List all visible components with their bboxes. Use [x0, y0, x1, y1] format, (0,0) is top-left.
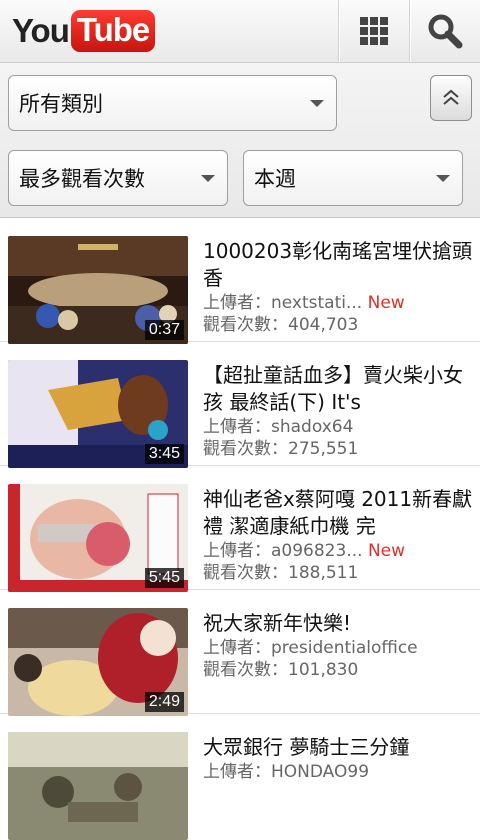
views-line: 觀看次數：404,703 [203, 314, 473, 336]
youtube-logo[interactable]: You Tube [12, 9, 156, 53]
video-duration: 0:37 [144, 320, 184, 340]
video-thumbnail[interactable]: 3:45 [8, 360, 188, 468]
filter-panel: 所有類別 最多觀看次數 本週 [0, 63, 480, 218]
video-list-item[interactable]: 3:45 【超扯童話血多】賣火柴小女孩 最終話(下) It's 上傳者：shad… [0, 342, 480, 468]
views-label: 觀看次數： [203, 563, 288, 583]
search-button[interactable] [410, 0, 480, 62]
chevron-down-icon [310, 100, 324, 107]
views-label: 觀看次數： [203, 660, 288, 680]
video-list-item[interactable]: 大眾銀行 夢騎士三分鐘 上傳者：HONDAO99 [0, 714, 480, 840]
uploader-label: 上傳者： [203, 293, 271, 313]
video-list-item[interactable]: 5:45 神仙老爸x蔡阿嘎 2011新春獻禮 潔適康紙巾機 完 上傳者：a096… [0, 466, 480, 592]
video-list-item[interactable]: 2:49 祝大家新年快樂! 上傳者：presidentialoffice 觀看次… [0, 590, 480, 716]
view-count: 101,830 [288, 660, 359, 680]
video-thumbnail[interactable]: 5:45 [8, 484, 188, 592]
video-title[interactable]: 神仙老爸x蔡阿嘎 2011新春獻禮 潔適康紙巾機 完 [203, 486, 473, 540]
view-count: 275,551 [288, 439, 359, 459]
collapse-filters-button[interactable] [430, 75, 472, 121]
chevron-down-icon [201, 175, 215, 182]
uploader-line: 上傳者：HONDAO99 [203, 761, 473, 783]
uploader-line: 上傳者：nextstati... New [203, 292, 473, 314]
chevron-down-icon [436, 175, 450, 182]
video-list: 0:37 1000203彰化南瑤宮埋伏搶頭香 上傳者：nextstati... … [0, 218, 480, 840]
views-label: 觀看次數： [203, 439, 288, 459]
video-list-item[interactable]: 0:37 1000203彰化南瑤宮埋伏搶頭香 上傳者：nextstati... … [0, 218, 480, 344]
uploader-label: 上傳者： [203, 638, 271, 658]
new-badge: New [367, 293, 405, 313]
video-title[interactable]: 【超扯童話血多】賣火柴小女孩 最終話(下) It's [203, 362, 473, 416]
uploader-label: 上傳者： [203, 417, 271, 437]
views-line: 觀看次數：275,551 [203, 438, 473, 460]
video-title[interactable]: 1000203彰化南瑤宮埋伏搶頭香 [203, 238, 473, 292]
logo-tube-text: Tube [70, 10, 156, 52]
uploader-line: 上傳者：presidentialoffice [203, 637, 473, 659]
video-title[interactable]: 祝大家新年快樂! [203, 610, 473, 637]
video-thumbnail[interactable]: 0:37 [8, 236, 188, 344]
video-title[interactable]: 大眾銀行 夢騎士三分鐘 [203, 734, 473, 761]
views-label: 觀看次數： [203, 315, 288, 335]
new-badge: New [367, 541, 406, 561]
video-thumbnail[interactable] [8, 732, 188, 840]
views-line: 觀看次數：101,830 [203, 659, 473, 681]
uploader-name: presidentialoffice [271, 638, 418, 658]
logo-you-text: You [12, 12, 70, 49]
time-dropdown[interactable]: 本週 [243, 150, 463, 206]
uploader-name: shadox64 [271, 417, 354, 437]
uploader-line: 上傳者：a096823... New [203, 540, 473, 562]
video-duration: 5:45 [144, 568, 184, 588]
video-duration: 3:45 [144, 444, 184, 464]
uploader-name: HONDAO99 [271, 762, 370, 782]
category-dropdown-value: 所有類別 [19, 92, 103, 116]
video-duration: 2:49 [144, 692, 184, 712]
views-line: 觀看次數：188,511 [203, 562, 473, 584]
uploader-label: 上傳者： [203, 541, 271, 561]
uploader-label: 上傳者： [203, 762, 271, 782]
top-bar: You Tube [0, 0, 480, 63]
view-count: 188,511 [288, 563, 359, 583]
view-count: 404,703 [288, 315, 359, 335]
uploader-name: nextstati... [271, 293, 363, 313]
video-thumbnail[interactable]: 2:49 [8, 608, 188, 716]
time-dropdown-value: 本週 [254, 167, 296, 191]
grid-button[interactable] [339, 0, 409, 62]
thumbnail-image [8, 732, 188, 840]
category-dropdown[interactable]: 所有類別 [8, 75, 337, 131]
grid-icon [360, 17, 388, 45]
uploader-line: 上傳者：shadox64 [203, 416, 473, 438]
sort-dropdown[interactable]: 最多觀看次數 [8, 150, 228, 206]
sort-dropdown-value: 最多觀看次數 [19, 167, 145, 191]
search-icon [428, 14, 463, 49]
uploader-name: a096823... [271, 541, 363, 561]
chevron-up-icon [443, 89, 459, 105]
